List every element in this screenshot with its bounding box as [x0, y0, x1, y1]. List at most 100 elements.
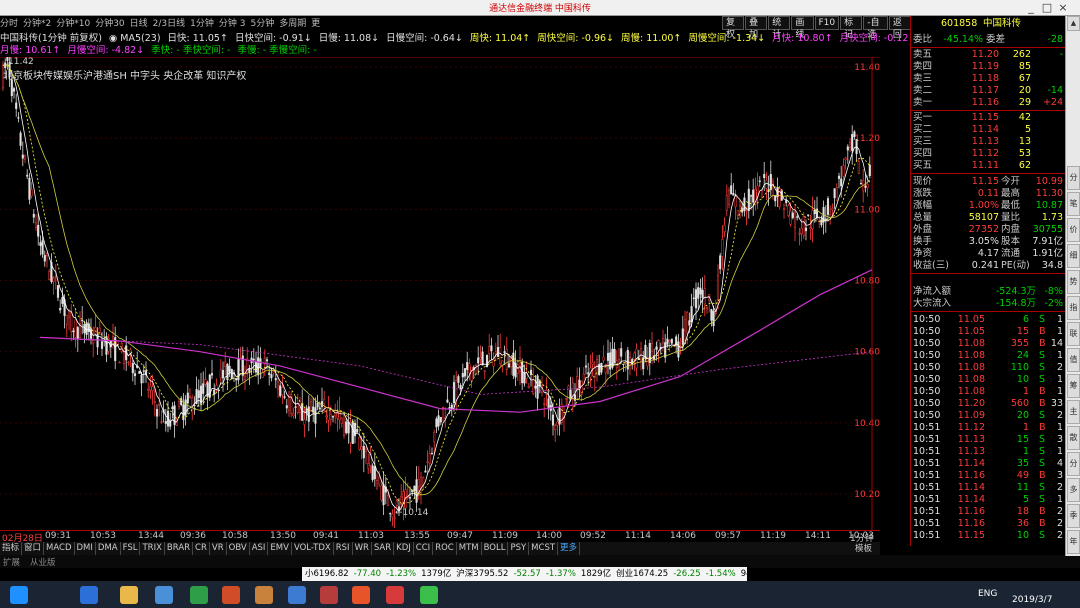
language-indicator[interactable]: ENG [978, 589, 997, 599]
indicator-tab[interactable]: TRIX [140, 542, 165, 555]
flow-pct: -8% [1044, 286, 1064, 297]
candle-body [602, 356, 605, 361]
candle-body [479, 357, 482, 360]
indicator-tab[interactable]: VOL-TDX [292, 542, 334, 555]
indicator-tab[interactable]: MTM [457, 542, 482, 555]
tick-row: 10:51 11.13 1 S 1 [911, 446, 1066, 458]
period-tab[interactable]: 分钟*10 [56, 19, 90, 29]
indicator-tab[interactable]: BRAR [165, 542, 194, 555]
side-tab[interactable]: 值 [1067, 348, 1080, 372]
period-tab[interactable]: 日线 [130, 19, 148, 29]
period-tab[interactable]: 2/3日线 [153, 19, 186, 29]
indicator-tab[interactable]: CCI [414, 542, 434, 555]
indicator-tab[interactable]: 指标 [0, 542, 23, 555]
strip-item[interactable]: 扩展 [3, 556, 20, 568]
side-tab[interactable]: 分 [1067, 166, 1080, 190]
app-icon[interactable] [320, 586, 338, 604]
period-tab[interactable]: 分时 [0, 19, 18, 29]
flow-pct: -2% [1044, 298, 1064, 309]
app-icon[interactable] [155, 586, 173, 604]
strip-item[interactable]: 从业版 [30, 556, 56, 568]
indicator-tab[interactable]: MCST [529, 542, 559, 555]
stat-row: 涨幅 1.00% 最低 10.87 [911, 200, 1066, 212]
indicator-tab[interactable]: 窗口 [22, 542, 45, 555]
side-tab[interactable]: 主 [1067, 400, 1080, 424]
toolbar-button[interactable]: 画线 [791, 16, 814, 40]
period-tab[interactable]: 分钟*2 [23, 19, 51, 29]
period-tab[interactable]: 5分钟 [251, 19, 275, 29]
toolbar-button[interactable]: 统计 [768, 16, 791, 40]
date-tick: 14:00 [536, 531, 562, 541]
indicator-tab[interactable]: ROC [433, 542, 457, 555]
indicator-value: 季慢: - 季慢空间: - [237, 45, 317, 56]
side-tab[interactable]: 指 [1067, 296, 1080, 320]
tdx-icon[interactable] [386, 586, 404, 604]
candle-body [859, 183, 863, 185]
indicator-tab[interactable]: RSI [334, 542, 353, 555]
side-tab[interactable]: 价 [1067, 218, 1080, 242]
tick-side: S [1039, 446, 1046, 457]
period-tab[interactable]: 分钟30 [95, 19, 124, 29]
toolbar-button[interactable]: 叠加 [745, 16, 768, 40]
side-tab[interactable]: 散 [1067, 426, 1080, 450]
app-icon[interactable] [288, 586, 306, 604]
side-tab[interactable]: 分 [1067, 452, 1080, 476]
candle-body [622, 363, 625, 366]
close-button[interactable]: × [1056, 1, 1070, 14]
template-button[interactable]: 模板 [855, 542, 872, 554]
toolbar-button[interactable]: 标记 [840, 16, 863, 40]
ie-icon[interactable] [80, 586, 98, 604]
side-tab[interactable]: 季 [1067, 504, 1080, 528]
candle-body [155, 409, 159, 417]
toolbar-button[interactable]: 返回 [888, 16, 912, 40]
index-value: -77.40 [353, 569, 382, 579]
toolbar-button[interactable]: -自选 [863, 16, 888, 40]
app-icon[interactable] [222, 586, 240, 604]
indicator-tab[interactable]: WR [353, 542, 372, 555]
stat-label: 最高 [1001, 188, 1021, 199]
scroll-up-button[interactable]: ▲ [1067, 16, 1080, 31]
side-tab[interactable]: 联 [1067, 322, 1080, 346]
side-tab[interactable]: 笔 [1067, 192, 1080, 216]
indicator-tab[interactable]: CR [193, 542, 210, 555]
indicator-tab[interactable]: DMA [96, 542, 121, 555]
period-tab[interactable]: 更多 [311, 19, 320, 29]
candle-body [435, 418, 438, 428]
flow-row: 大宗流入 -154.8万 -2% [911, 298, 1066, 310]
period-tab[interactable]: 多周期 [279, 19, 306, 29]
period-tab[interactable]: 1分钟 [190, 19, 214, 29]
app-icon[interactable] [255, 586, 273, 604]
side-tab[interactable]: 多 [1067, 478, 1080, 502]
candle-body [164, 421, 167, 424]
app-icon[interactable] [352, 586, 370, 604]
app-icon[interactable] [190, 586, 208, 604]
toolbar-button[interactable]: F10 [814, 16, 840, 30]
side-tab[interactable]: 势 [1067, 270, 1080, 294]
start-icon[interactable] [10, 586, 28, 604]
side-tab[interactable]: 细 [1067, 244, 1080, 268]
indicator-tab[interactable]: SAR [372, 542, 395, 555]
indicator-tab[interactable]: DMI [75, 542, 96, 555]
indicator-tab[interactable]: EMV [268, 542, 292, 555]
indicator-tab[interactable]: KDJ [394, 542, 414, 555]
period-tab[interactable]: 分钟 3 [219, 19, 246, 29]
side-tab[interactable]: 筹 [1067, 374, 1080, 398]
indicator-tab[interactable]: OBV [227, 542, 250, 555]
folder-icon[interactable] [120, 586, 138, 604]
indicator-tab[interactable]: VR [210, 542, 227, 555]
indicator-tab[interactable]: FSL [121, 542, 141, 555]
wechat-icon[interactable] [420, 586, 438, 604]
indicator-tab[interactable]: ASI [250, 542, 269, 555]
minimize-button[interactable]: _ [1024, 1, 1038, 14]
ask-volume: 262 [1012, 49, 1031, 60]
indicator-tab[interactable]: MACD [44, 542, 75, 555]
indicator-tab[interactable]: 更多 [558, 542, 581, 555]
toolbar-button[interactable]: 复权 [722, 16, 745, 40]
kline-chart[interactable]: 11.40 11.20 11.00 10.80 10.60 10.40 10.20 [0, 57, 880, 530]
tick-side: B [1039, 422, 1046, 433]
stat-row: 净资 4.17 流通 1.91亿 [911, 248, 1066, 260]
maximize-button[interactable]: □ [1040, 1, 1054, 14]
indicator-tab[interactable]: BOLL [482, 542, 509, 555]
side-tab[interactable]: 年 [1067, 530, 1080, 554]
indicator-tab[interactable]: PSY [508, 542, 530, 555]
